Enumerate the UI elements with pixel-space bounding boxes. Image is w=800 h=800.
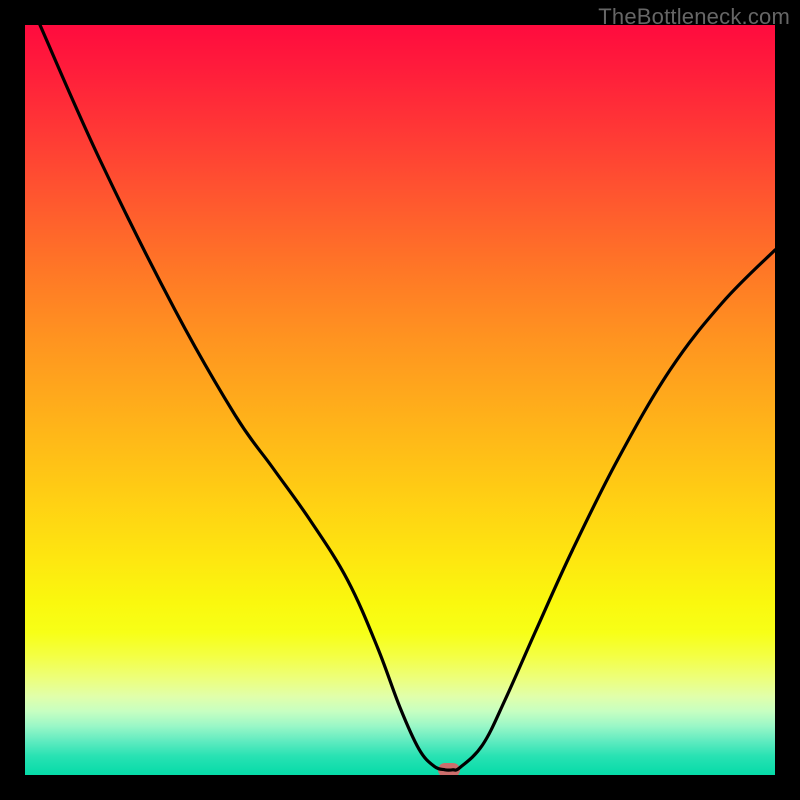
plot-area — [25, 25, 775, 775]
watermark-text: TheBottleneck.com — [598, 4, 790, 30]
bottleneck-curve — [25, 25, 775, 775]
curve-path — [40, 25, 775, 770]
chart-frame: TheBottleneck.com — [0, 0, 800, 800]
